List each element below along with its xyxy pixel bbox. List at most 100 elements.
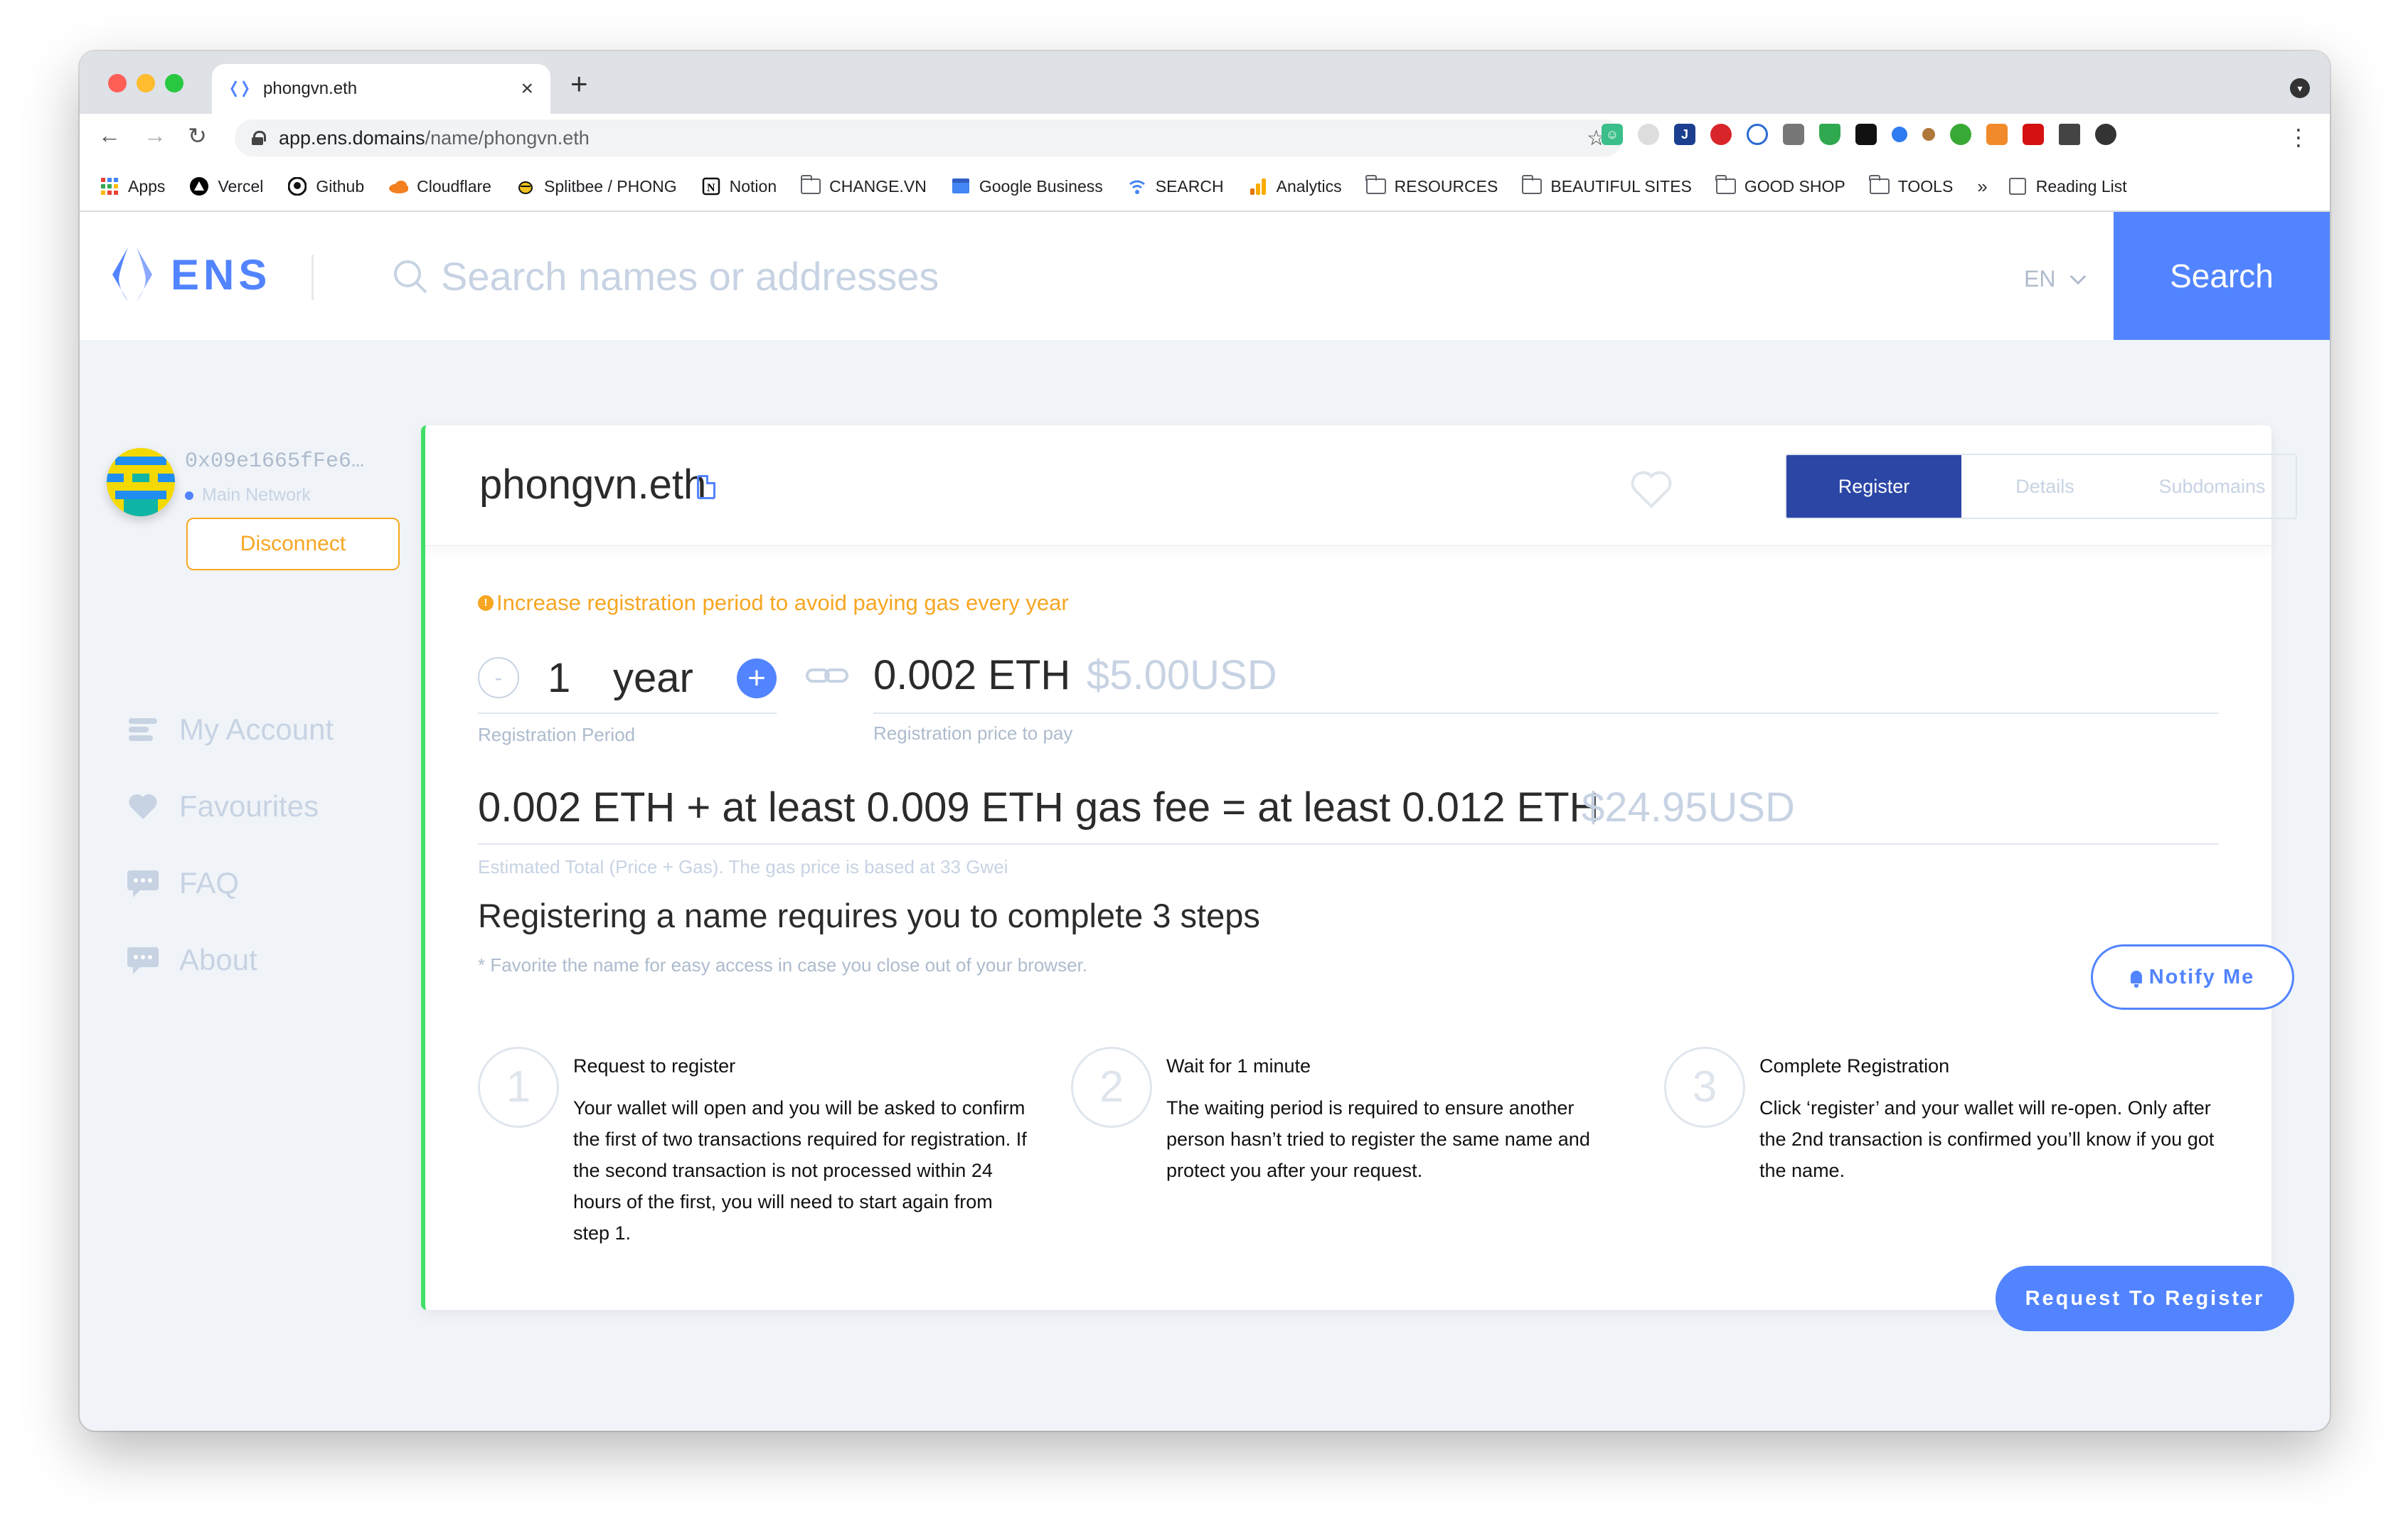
favourite-heart-icon[interactable] <box>1630 469 1673 509</box>
tab-close-icon[interactable]: × <box>521 77 533 101</box>
price-eth: 0.002 ETH <box>873 652 1071 698</box>
url-host: app.ens.domains <box>279 127 425 149</box>
chat-icon <box>127 868 159 899</box>
period-unit: year <box>613 655 693 701</box>
bookmark-item[interactable]: Github <box>287 177 364 196</box>
apps-grid-icon <box>100 178 119 195</box>
bookmark-item[interactable]: Analytics <box>1248 177 1342 196</box>
step-title: Wait for 1 minute <box>1166 1055 1311 1077</box>
extension-red-icon[interactable] <box>2023 124 2044 145</box>
extension-shield-icon[interactable] <box>1819 124 1840 145</box>
extension-j-icon[interactable]: J <box>1674 124 1695 145</box>
extension-bug-icon[interactable] <box>1710 124 1732 145</box>
ens-logo-icon <box>112 247 152 302</box>
request-to-register-button[interactable]: Request To Register <box>1996 1266 2294 1331</box>
chat-icon <box>127 944 159 976</box>
extension-cookie-icon[interactable] <box>1922 128 1935 141</box>
ens-header: ENS EN Search <box>80 212 2330 340</box>
minimize-window-button[interactable] <box>137 74 155 92</box>
extension-camera-icon[interactable] <box>1783 124 1804 145</box>
sidebar-item-about[interactable]: About <box>127 922 334 998</box>
address-bar[interactable]: app.ens.domains/name/phongvn.eth ☆ <box>235 119 1623 156</box>
bookmark-folder[interactable]: RESOURCES <box>1365 175 1498 196</box>
back-button[interactable]: ← <box>98 122 121 149</box>
profile-avatar-icon[interactable] <box>2095 124 2116 145</box>
language-selector[interactable]: EN <box>2024 266 2087 292</box>
bookmark-item[interactable]: Vercel <box>189 177 263 196</box>
extensions-puzzle-icon[interactable] <box>2059 124 2080 145</box>
search-input[interactable] <box>441 247 1508 304</box>
bookmark-folder[interactable]: BEAUTIFUL SITES <box>1521 175 1692 196</box>
bookmark-label: RESOURCES <box>1394 176 1498 196</box>
bookmark-item[interactable]: Splitbee / PHONG <box>516 177 677 196</box>
bookmark-item[interactable]: SEARCH <box>1127 177 1224 196</box>
ens-logo[interactable]: ENS <box>107 246 271 303</box>
tab-subdomains[interactable]: Subdomains <box>2129 455 2296 518</box>
copy-document-icon[interactable] <box>697 475 715 499</box>
url-path: /name/phongvn.eth <box>425 127 590 149</box>
bookmark-label: GOOD SHOP <box>1744 176 1845 196</box>
network-status-dot <box>185 491 193 500</box>
domain-tabs: Register Details Subdomains <box>1785 454 2297 519</box>
disconnect-button[interactable]: Disconnect <box>186 518 400 570</box>
lock-icon[interactable] <box>252 131 266 145</box>
decrease-period-button[interactable]: - <box>478 657 519 698</box>
sidebar-item-favourites[interactable]: Favourites <box>127 768 334 845</box>
extension-grid-icon[interactable] <box>1950 124 1971 145</box>
wallet-address: 0x09e1665fFe6… <box>185 449 365 474</box>
tab-search-icon[interactable]: ▾ <box>2290 78 2310 98</box>
extension-seo-icon[interactable] <box>1747 124 1768 145</box>
more-bookmarks-button[interactable]: » <box>1977 176 1987 198</box>
domain-name: phongvn.eth <box>479 462 707 508</box>
bookmark-item[interactable]: Cloudflare <box>388 177 491 196</box>
sidebar-item-label: FAQ <box>179 866 240 900</box>
reload-button[interactable]: ↻ <box>188 122 207 149</box>
bell-icon <box>2130 971 2142 988</box>
tab-bar: phongvn.eth × + ▾ <box>80 51 2330 114</box>
bookmark-folder[interactable]: CHANGE.VN <box>800 175 927 196</box>
ens-favicon-icon <box>230 80 249 97</box>
search-site-icon <box>1127 178 1147 195</box>
metamask-icon[interactable] <box>1986 124 2008 145</box>
bookmark-label: BEAUTIFUL SITES <box>1550 176 1692 196</box>
estimated-total: 0.002 ETH + at least 0.009 ETH gas fee =… <box>478 769 2219 845</box>
bookmark-item[interactable]: N Notion <box>701 177 777 196</box>
bookmark-item[interactable]: Apps <box>100 177 165 196</box>
step-number: 2 <box>1071 1047 1152 1128</box>
maximize-window-button[interactable] <box>165 74 183 92</box>
extension-grammar-icon[interactable]: ☺ <box>1602 124 1623 145</box>
bookmark-item[interactable]: Google Business <box>951 177 1103 196</box>
google-business-icon <box>951 178 971 195</box>
bookmark-folder[interactable]: GOOD SHOP <box>1715 175 1845 196</box>
warning-text: Increase registration period to avoid pa… <box>496 590 1069 615</box>
reading-list-button[interactable]: Reading List <box>2008 177 2127 196</box>
notion-icon: N <box>701 177 721 196</box>
tab-details[interactable]: Details <box>1961 455 2129 518</box>
sidebar-item-my-account[interactable]: My Account <box>127 691 334 768</box>
header-divider <box>311 255 314 300</box>
extension-moon-icon[interactable] <box>1638 124 1659 145</box>
increase-period-button[interactable]: + <box>737 658 777 698</box>
total-eth: 0.002 ETH + at least 0.009 ETH gas fee =… <box>478 784 1599 831</box>
bookmark-label: Cloudflare <box>417 176 491 196</box>
extension-mail-icon[interactable] <box>1855 124 1877 145</box>
browser-window: phongvn.eth × + ▾ ← → ↻ app.ens.domains /… <box>80 51 2330 1431</box>
notify-me-button[interactable]: Notify Me <box>2091 944 2294 1010</box>
registration-period-stepper: - 1 year + <box>478 637 777 714</box>
period-label: Registration Period <box>478 724 636 745</box>
browser-tab[interactable]: phongvn.eth × <box>212 64 550 114</box>
bookmark-folder[interactable]: TOOLS <box>1869 175 1953 196</box>
analytics-icon <box>1248 178 1268 195</box>
total-usd: $24.95USD <box>1582 784 1795 831</box>
close-window-button[interactable] <box>108 74 127 92</box>
notify-label: Notify Me <box>2148 965 2255 988</box>
step-number: 1 <box>478 1047 559 1128</box>
tab-register[interactable]: Register <box>1786 455 1961 518</box>
new-tab-button[interactable]: + <box>570 67 588 101</box>
search-button[interactable]: Search <box>2114 212 2330 340</box>
forward-button[interactable]: → <box>144 122 166 149</box>
folder-icon <box>1365 175 1386 195</box>
sidebar-item-faq[interactable]: FAQ <box>127 845 334 922</box>
browser-menu-icon[interactable]: ⋮ <box>2287 124 2310 151</box>
extension-dot-icon[interactable] <box>1892 127 1907 142</box>
